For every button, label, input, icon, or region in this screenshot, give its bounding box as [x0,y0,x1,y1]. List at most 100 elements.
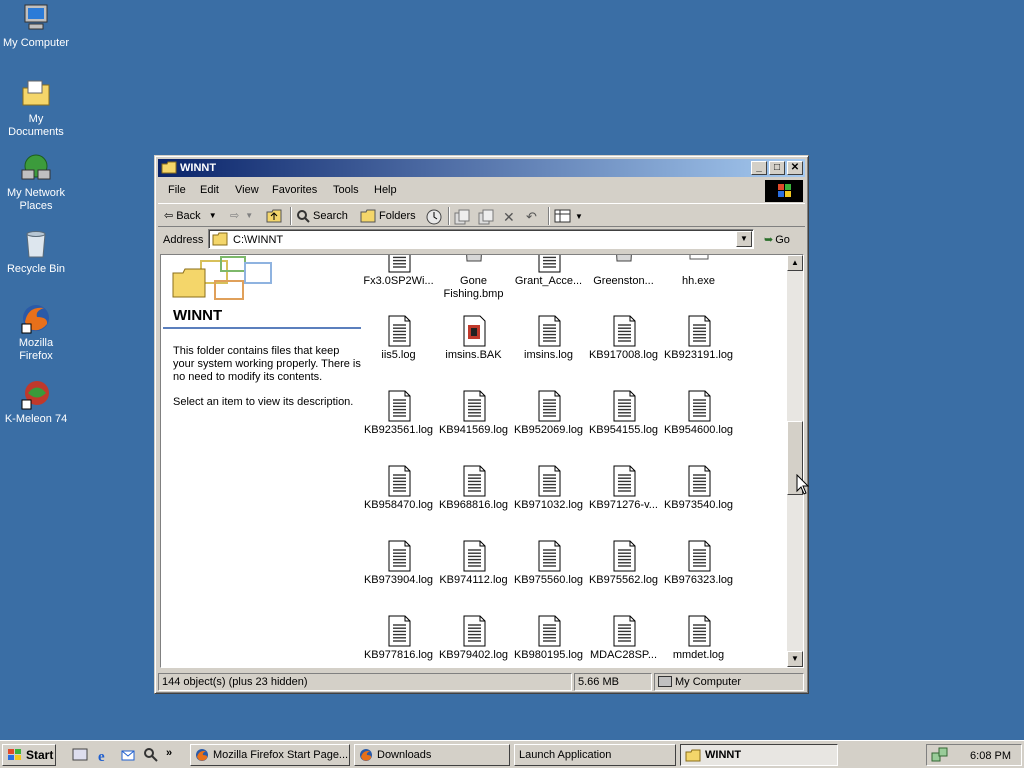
file-item[interactable]: Greenston... [586,255,661,288]
file-item[interactable]: KB954600.log [661,390,736,437]
menu-file[interactable]: File [168,184,186,196]
show-desktop-icon[interactable] [72,747,88,763]
desktop-icon-recycle-bin[interactable]: Recycle Bin [0,228,72,276]
forward-button[interactable]: ⇨ ▼ [230,209,253,222]
scroll-down-button[interactable]: ▼ [787,651,803,667]
address-input[interactable]: C:\WINNT ▼ [208,229,754,249]
start-button[interactable]: Start [2,744,56,766]
log-file-icon [536,390,562,422]
undo-button[interactable]: ↶ [526,209,537,225]
file-item[interactable]: KB968816.log [436,465,511,512]
file-item[interactable]: Fx3.0SP2Wi... [361,255,436,288]
my-computer-icon [658,676,672,687]
file-item[interactable]: hh.exe [661,255,736,288]
file-item[interactable]: mmdet.log [661,615,736,662]
chevron-down-icon: ▼ [575,211,583,221]
title-bar[interactable]: WINNT _ □ ✕ [158,159,805,177]
delete-button[interactable]: ✕ [503,209,515,226]
history-button[interactable] [426,209,442,225]
file-item[interactable]: KB971032.log [511,465,586,512]
file-item[interactable]: KB952069.log [511,390,586,437]
menu-view[interactable]: View [235,184,259,196]
task-downloads[interactable]: Downloads [354,744,510,766]
log-file-icon [536,540,562,572]
file-name: KB979402.log [438,649,509,661]
desktop-icon-label: Recycle Bin [6,263,66,275]
log-file-icon [461,540,487,572]
scroll-up-button[interactable]: ▲ [787,255,803,271]
file-item[interactable]: KB917008.log [586,315,661,362]
task-launch-application[interactable]: Launch Application [514,744,676,766]
folders-button[interactable]: Folders [360,209,416,223]
file-item[interactable]: KB954155.log [586,390,661,437]
file-name: KB941569.log [438,424,509,436]
file-item[interactable]: KB923191.log [661,315,736,362]
file-item[interactable]: imsins.BAK [436,315,511,362]
file-name: iis5.log [381,349,416,361]
file-item[interactable]: KB975562.log [586,540,661,587]
desktop-icon-my-documents[interactable]: My Documents [0,78,72,139]
desktop-icon-network-places[interactable]: My Network Places [0,152,72,213]
task-winnt[interactable]: WINNT [680,744,838,766]
up-folder-button[interactable] [266,209,282,223]
outlook-express-icon[interactable] [120,747,136,763]
file-item[interactable]: KB941569.log [436,390,511,437]
file-item[interactable]: KB975560.log [511,540,586,587]
menu-favorites[interactable]: Favorites [272,184,317,196]
file-item[interactable]: KB973904.log [361,540,436,587]
folder-view: WINNT This folder contains files that ke… [160,254,804,668]
maximize-button[interactable]: □ [769,161,785,175]
file-item[interactable]: KB971276-v... [586,465,661,512]
minimize-button[interactable]: _ [751,161,767,175]
file-item[interactable]: KB980195.log [511,615,586,662]
file-item[interactable]: KB974112.log [436,540,511,587]
menu-help[interactable]: Help [374,184,397,196]
file-item[interactable]: imsins.log [511,315,586,362]
back-button[interactable]: ⇦ Back ▼ [164,209,217,223]
file-item[interactable]: Gone Fishing.bmp [436,255,511,301]
desktop-icon-my-computer[interactable]: My Computer [0,2,72,50]
log-file-icon [686,615,712,647]
up-folder-icon [266,209,282,223]
menu-bar: File Edit View Favorites Tools Help [158,180,805,202]
menu-edit[interactable]: Edit [200,184,219,196]
file-item[interactable]: KB923561.log [361,390,436,437]
toolbar-separator [290,207,292,225]
webview-hint: Select an item to view its description. [173,396,354,408]
desktop-icon-label: My Computer [2,37,70,49]
log-file-icon [611,315,637,347]
views-button[interactable]: ▼ [554,209,583,223]
file-item[interactable]: KB976323.log [661,540,736,587]
file-item[interactable]: KB973540.log [661,465,736,512]
file-item[interactable]: KB979402.log [436,615,511,662]
close-button[interactable]: ✕ [787,161,803,175]
task-firefox-start-page[interactable]: Mozilla Firefox Start Page... [190,744,350,766]
file-item[interactable]: MDAC28SP... [586,615,661,662]
log-file-icon [536,615,562,647]
windows-logo-icon [765,180,803,202]
go-button[interactable]: ➥ Go [764,233,790,247]
file-name: KB973540.log [663,499,734,511]
network-tray-icon[interactable] [931,747,949,763]
internet-explorer-icon[interactable]: e [96,747,112,765]
search-button[interactable]: Search [296,209,348,223]
address-dropdown-button[interactable]: ▼ [736,231,752,247]
move-to-button[interactable] [454,209,470,225]
file-item[interactable]: KB958470.log [361,465,436,512]
desktop-icon-kmeleon[interactable]: K-Meleon 74 [0,378,72,426]
log-file-icon [611,390,637,422]
file-name: KB976323.log [663,574,734,586]
search-icon[interactable] [143,747,159,763]
file-item[interactable]: iis5.log [361,315,436,362]
file-item[interactable]: KB977816.log [361,615,436,662]
quicklaunch-more-icon[interactable]: » [166,747,182,763]
vertical-scrollbar[interactable]: ▲ ▼ [787,255,803,667]
copy-to-button[interactable] [478,209,494,225]
taskbar: Start e » Mozilla Firefox Start Page... … [0,740,1024,768]
clock[interactable]: 6:08 PM [970,750,1011,762]
toolbar-separator [448,207,450,225]
search-icon [297,210,310,223]
menu-tools[interactable]: Tools [333,184,359,196]
file-item[interactable]: Grant_Acce... [511,255,586,288]
desktop-icon-firefox[interactable]: Mozilla Firefox [0,302,72,363]
